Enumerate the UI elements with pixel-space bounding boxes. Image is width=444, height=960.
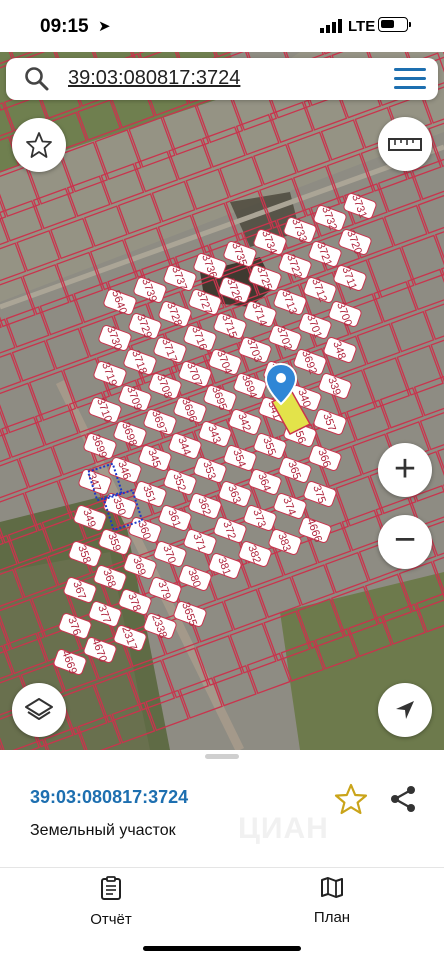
status-bar: 09:15 ➤ LTE (0, 0, 444, 52)
parcel-outline[interactable] (0, 382, 43, 434)
tab-plan[interactable]: План (272, 876, 392, 926)
tab-report[interactable]: Отчёт (51, 876, 171, 928)
favorite-star-icon[interactable] (334, 783, 368, 815)
parcel-outline[interactable] (413, 374, 444, 417)
network-type: LTE (348, 18, 376, 35)
map-canvas[interactable]: 5640 3739 3737 3736 3735 3734 3733 3732 37313730… (0, 52, 444, 750)
ruler-button[interactable] (378, 117, 432, 171)
tab-plan-label: План (313, 909, 351, 926)
share-icon[interactable] (389, 784, 417, 814)
tab-report-label: Отчёт (90, 911, 132, 928)
parcel-cadastral-number[interactable]: 39:03:080817:3724 (30, 787, 188, 808)
map-icon (321, 877, 343, 898)
minus-icon: − (393, 519, 417, 561)
parcel-outline[interactable] (229, 622, 277, 674)
star-icon (26, 132, 52, 158)
layers-icon (25, 698, 53, 720)
location-arrow-icon: ➤ (98, 18, 111, 35)
battery-icon (378, 17, 411, 32)
parcel-outline[interactable] (367, 246, 415, 298)
parcel-type: Земельный участок (30, 822, 176, 839)
search-query[interactable]: 39:03:080817:3724 (68, 67, 240, 90)
watermark: ЦИАН (238, 812, 329, 845)
zoom-in-button[interactable]: + (378, 443, 432, 497)
parcel-outline[interactable] (401, 234, 444, 286)
parcel-outline[interactable] (396, 344, 444, 396)
report-icon (101, 876, 121, 900)
parcel-outline[interactable] (335, 475, 383, 527)
cadastral-map[interactable]: 5640 3739 3737 3736 3735 3734 3733 3732 3731 3730… (0, 52, 444, 750)
sheet-divider (0, 867, 444, 868)
status-time: 09:15 (40, 16, 89, 37)
parcel-outline[interactable] (362, 357, 410, 409)
parcel-outline[interactable] (0, 394, 9, 446)
bottom-sheet (0, 750, 444, 960)
search-bar[interactable]: 39:03:080817:3724 (6, 58, 438, 100)
home-indicator (143, 946, 301, 951)
zoom-out-button[interactable]: − (378, 515, 432, 569)
ruler-icon (388, 138, 422, 151)
layers-button[interactable] (12, 683, 66, 737)
parcel-outline[interactable] (419, 408, 444, 451)
my-location-button[interactable] (378, 683, 432, 737)
menu-icon[interactable] (394, 68, 426, 90)
sheet-handle[interactable] (205, 754, 239, 759)
plus-icon: + (393, 447, 417, 490)
search-icon[interactable] (24, 66, 50, 92)
signal-icon (320, 19, 342, 33)
favorite-button[interactable] (12, 118, 66, 172)
navigation-arrow-icon (396, 701, 414, 719)
